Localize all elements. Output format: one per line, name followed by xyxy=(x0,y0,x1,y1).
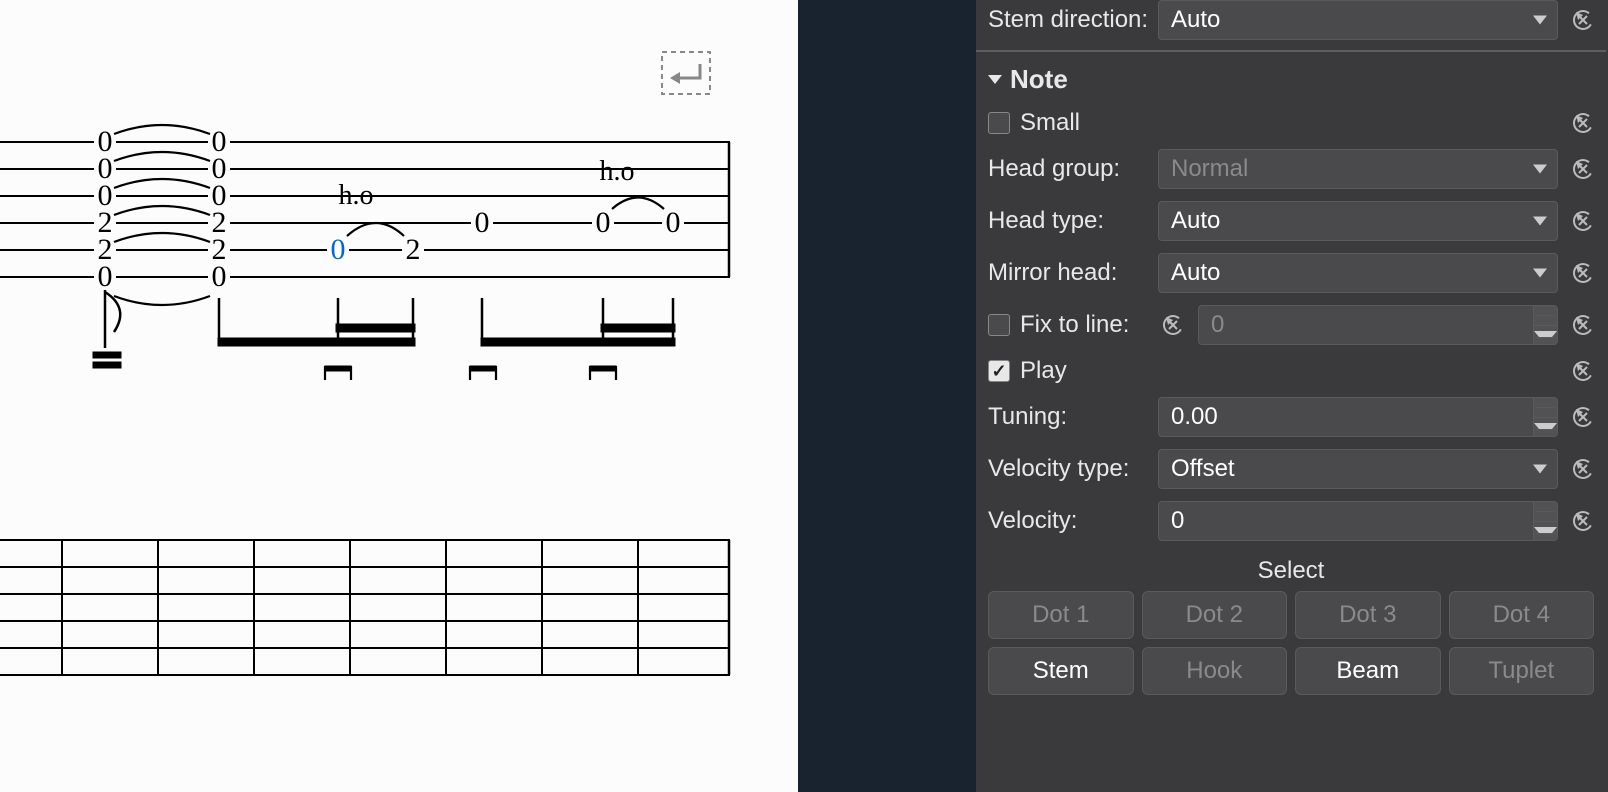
tab-note-selected[interactable]: 0 xyxy=(327,233,349,266)
reset-icon[interactable] xyxy=(1568,457,1598,481)
small-label: Small xyxy=(1020,109,1558,137)
svg-text:0: 0 xyxy=(212,260,227,293)
svg-text:0: 0 xyxy=(475,206,490,239)
svg-text:2: 2 xyxy=(406,233,421,266)
stem-direction-select[interactable]: Auto xyxy=(1158,0,1558,40)
spin-down-icon[interactable] xyxy=(1534,326,1557,345)
play-checkbox[interactable] xyxy=(988,360,1010,382)
spin-up-icon[interactable] xyxy=(1534,398,1557,418)
chevron-down-icon xyxy=(1533,16,1547,25)
svg-text:0: 0 xyxy=(331,233,346,266)
spin-down-icon[interactable] xyxy=(1534,418,1557,437)
chevron-down-icon xyxy=(1533,165,1547,174)
svg-text:0: 0 xyxy=(666,206,681,239)
select-header: Select xyxy=(976,547,1606,591)
tab-chord-2[interactable]: 0 0 0 2 2 0 xyxy=(208,125,230,293)
tab-chord-1[interactable]: 0 0 0 2 2 0 xyxy=(94,125,116,293)
reset-icon[interactable] xyxy=(1568,209,1598,233)
head-group-select[interactable]: Normal xyxy=(1158,149,1558,189)
velocity-label: Velocity: xyxy=(988,507,1148,535)
inspector-panel: Stem direction: Auto Note Small Head gro… xyxy=(976,0,1608,792)
tab-staff-2 xyxy=(0,540,730,675)
reset-icon[interactable] xyxy=(1568,509,1598,533)
velocity-spinner[interactable] xyxy=(1158,501,1558,541)
score-canvas[interactable]: 0 0 0 2 2 0 0 0 0 2 2 0 xyxy=(0,0,798,792)
spin-up-icon[interactable] xyxy=(1534,306,1557,326)
velocity-type-select[interactable]: Offset xyxy=(1158,449,1558,489)
dot4-button[interactable]: Dot 4 xyxy=(1449,591,1595,639)
note-section-header[interactable]: Note xyxy=(976,56,1606,103)
beam-button[interactable]: Beam xyxy=(1295,647,1441,695)
chevron-down-icon xyxy=(1533,217,1547,226)
svg-text:0: 0 xyxy=(596,206,611,239)
tuning-label: Tuning: xyxy=(988,403,1148,431)
chevron-down-icon xyxy=(1533,269,1547,278)
head-type-select[interactable]: Auto xyxy=(1158,201,1558,241)
reset-icon[interactable] xyxy=(1568,359,1598,383)
mirror-head-select[interactable]: Auto xyxy=(1158,253,1558,293)
tuning-input[interactable] xyxy=(1159,398,1533,436)
dot1-button[interactable]: Dot 1 xyxy=(988,591,1134,639)
fix-to-line-input[interactable] xyxy=(1199,306,1533,344)
velocity-type-label: Velocity type: xyxy=(988,455,1148,483)
separator xyxy=(976,50,1606,52)
tuning-spinner[interactable] xyxy=(1158,397,1558,437)
chevron-down-icon xyxy=(1533,465,1547,474)
disclosure-triangle-icon xyxy=(988,75,1002,84)
hook-button[interactable]: Hook xyxy=(1142,647,1288,695)
tab-note[interactable]: 0 xyxy=(471,206,493,239)
tuplet-button[interactable]: Tuplet xyxy=(1449,647,1595,695)
svg-text:h.o: h.o xyxy=(339,180,374,211)
play-label: Play xyxy=(1020,357,1558,385)
reset-icon[interactable] xyxy=(1568,405,1598,429)
tab-note[interactable]: 0 xyxy=(592,206,614,239)
spin-up-icon[interactable] xyxy=(1534,502,1557,522)
panel-divider xyxy=(798,0,976,792)
dot2-button[interactable]: Dot 2 xyxy=(1142,591,1288,639)
svg-text:0: 0 xyxy=(98,260,113,293)
velocity-input[interactable] xyxy=(1159,502,1533,540)
head-type-label: Head type: xyxy=(988,207,1148,235)
svg-text:h.o: h.o xyxy=(600,156,635,187)
system-break-marker xyxy=(662,52,710,94)
reset-icon[interactable] xyxy=(1568,157,1598,181)
reset-icon[interactable] xyxy=(1158,313,1188,337)
fix-to-line-label: Fix to line: xyxy=(1020,311,1148,339)
stem-button[interactable]: Stem xyxy=(988,647,1134,695)
fix-to-line-checkbox[interactable] xyxy=(988,314,1010,336)
stem-direction-label: Stem direction: xyxy=(988,6,1148,34)
mirror-head-label: Mirror head: xyxy=(988,259,1148,287)
reset-icon[interactable] xyxy=(1568,111,1598,135)
tab-note[interactable]: 0 xyxy=(662,206,684,239)
small-checkbox[interactable] xyxy=(988,112,1010,134)
reset-icon[interactable] xyxy=(1568,313,1598,337)
head-group-label: Head group: xyxy=(988,155,1148,183)
spin-down-icon[interactable] xyxy=(1534,522,1557,541)
reset-icon[interactable] xyxy=(1568,261,1598,285)
fix-to-line-spinner[interactable] xyxy=(1198,305,1558,345)
reset-icon[interactable] xyxy=(1568,8,1598,32)
tab-note[interactable]: 2 xyxy=(402,233,424,266)
select-button-grid: Dot 1 Dot 2 Dot 3 Dot 4 Stem Hook Beam T… xyxy=(976,591,1606,703)
dot3-button[interactable]: Dot 3 xyxy=(1295,591,1441,639)
